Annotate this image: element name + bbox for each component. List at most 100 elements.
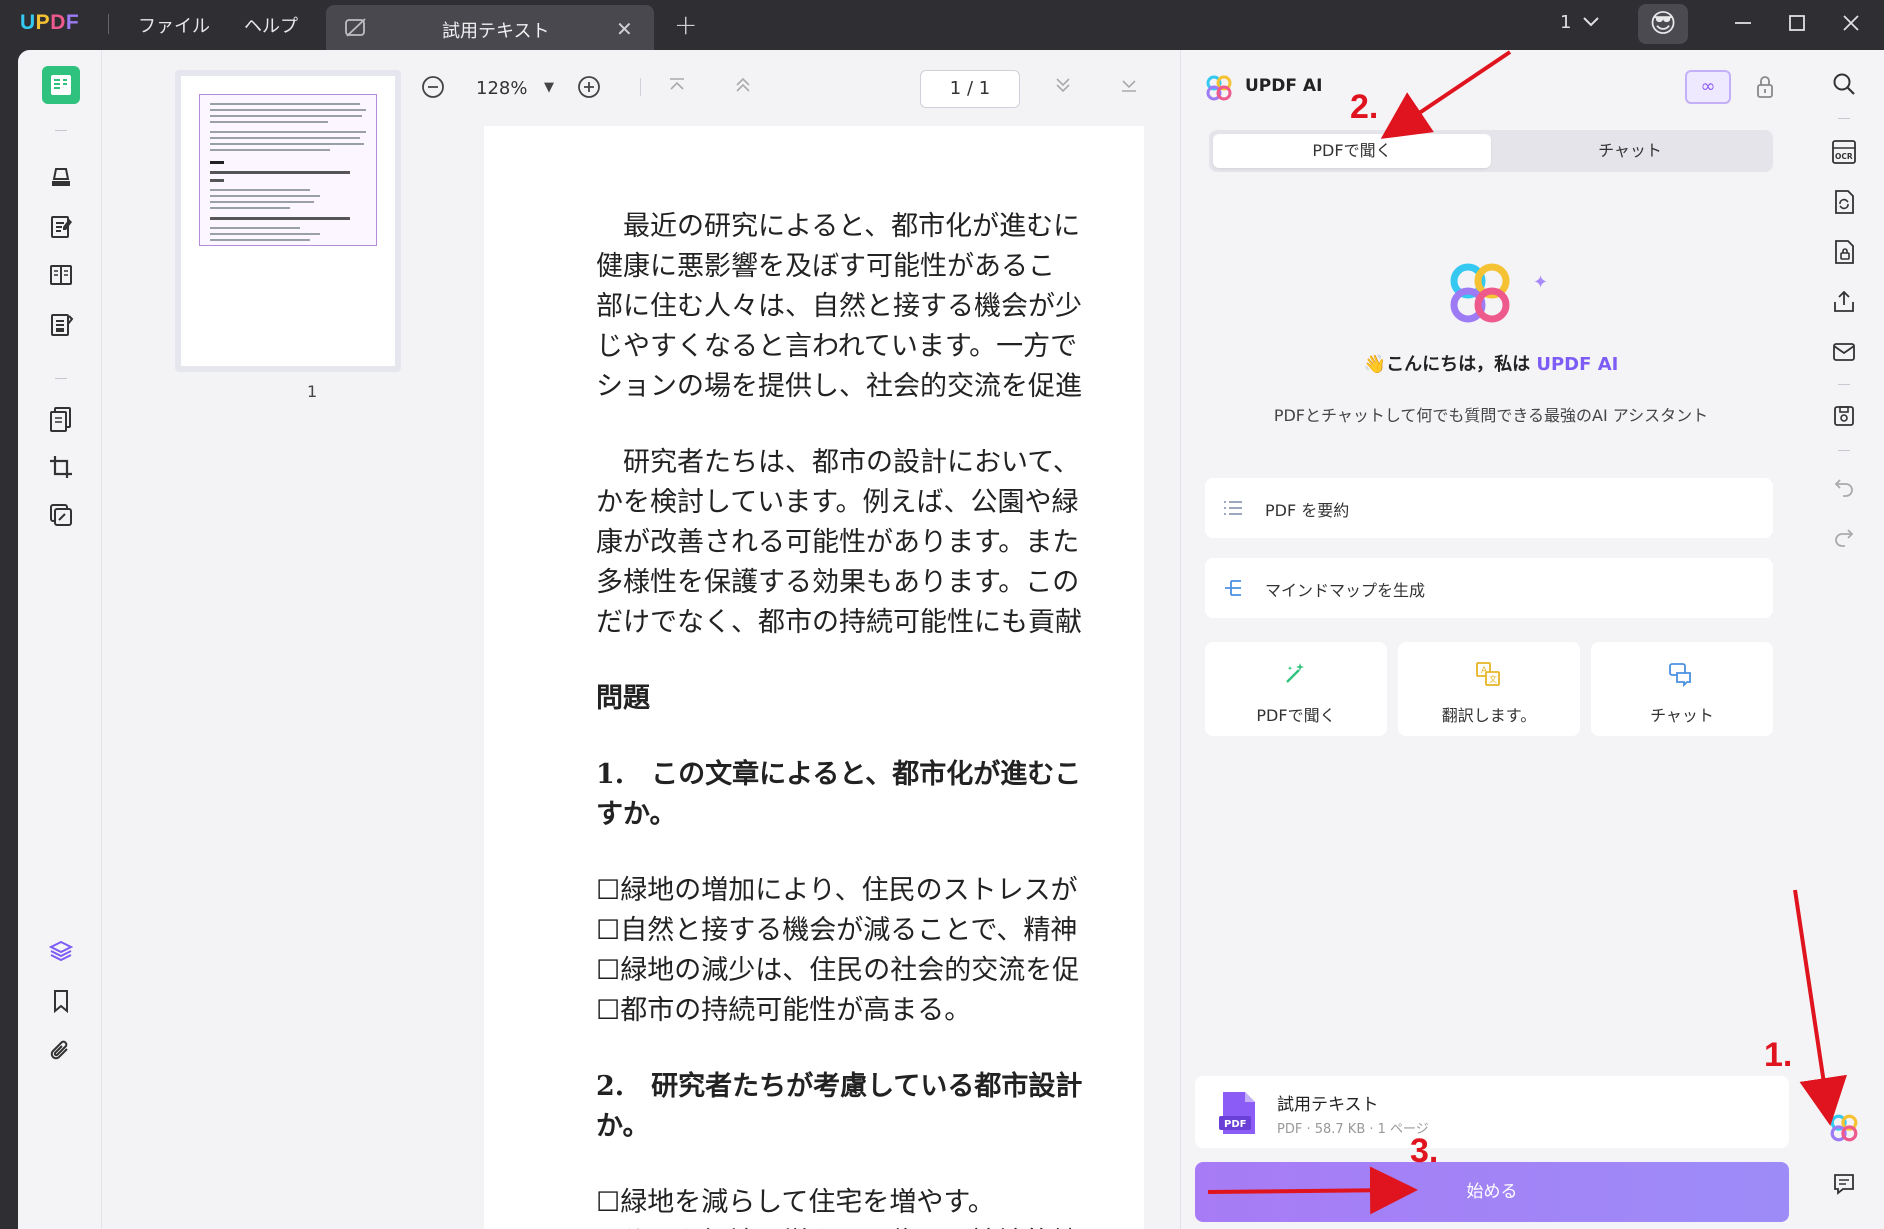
edit-pdf-icon[interactable] [42, 208, 80, 246]
undo-icon[interactable] [1828, 470, 1860, 502]
list-icon [1224, 501, 1242, 515]
updf-ai-mascot-icon [1450, 263, 1510, 323]
zoom-level[interactable]: 128% [476, 78, 527, 99]
ocr-icon[interactable]: OCR [1828, 136, 1860, 168]
greeting-brand: UPDF AI [1536, 354, 1619, 375]
tab-chat[interactable]: チャット [1491, 134, 1769, 168]
doc-text-line: 康が改善される可能性があります。また [596, 527, 1080, 558]
pdf-file-icon: PDF [1219, 1092, 1255, 1134]
doc-option: ☐都市の持続可能性が高まる。 [596, 995, 972, 1026]
zoom-dropdown-icon[interactable]: ▼ [544, 80, 554, 95]
summarize-pdf-button[interactable]: PDF を要約 [1205, 478, 1773, 538]
save-icon[interactable] [1828, 400, 1860, 432]
start-button[interactable]: 始める [1195, 1162, 1789, 1222]
doc-option: ☐緑地の減少は、住民の社会的交流を促 [596, 955, 1080, 986]
email-icon[interactable] [1828, 336, 1860, 368]
zoom-out-icon[interactable] [420, 74, 446, 100]
svg-text:A: A [1481, 666, 1488, 676]
ai-panel-title: UPDF AI [1245, 76, 1323, 96]
form-fill-icon[interactable] [42, 306, 80, 344]
page-layout-icon[interactable] [42, 256, 80, 294]
title-bar: UPDF ファイル ヘルプ 試用テキスト ✕ + 1 😎 [0, 0, 1884, 50]
maximize-icon[interactable] [1782, 8, 1812, 38]
lock-icon[interactable] [1755, 74, 1775, 100]
convert-icon[interactable] [1828, 186, 1860, 218]
zoom-in-icon[interactable] [576, 74, 602, 100]
sparkle-icon: ✦ [1533, 272, 1549, 293]
chat-bubble-icon [1669, 663, 1691, 688]
avatar[interactable]: 😎 [1638, 4, 1688, 44]
doc-text-line: 健康に悪影響を及ぼす可能性があるこ [596, 251, 1055, 282]
minimize-icon[interactable] [1728, 8, 1758, 38]
window-count[interactable]: 1 [1560, 12, 1571, 33]
share-icon[interactable] [1828, 286, 1860, 318]
crop-icon[interactable] [42, 448, 80, 486]
generate-mindmap-label: マインドマップを生成 [1265, 581, 1426, 600]
translate-icon: A文 [1476, 662, 1500, 686]
highlighter-icon[interactable] [42, 158, 80, 196]
menu-help[interactable]: ヘルプ [244, 12, 298, 38]
quick-translate-label: 翻訳します。 [1441, 706, 1537, 725]
toolbar-separator [55, 378, 67, 379]
mindmap-icon [1225, 580, 1241, 596]
left-toolbar [18, 50, 102, 1229]
doc-text-line: かを検討しています。例えば、公園や緑 [596, 487, 1079, 518]
doc-text-line: だけでなく、都市の持続可能性にも貢献 [596, 607, 1082, 638]
quick-chat-button[interactable]: チャット [1591, 642, 1773, 736]
protect-file-icon[interactable] [1828, 236, 1860, 268]
updf-ai-logo-icon [1206, 75, 1232, 101]
attached-file-card[interactable]: PDF 試用テキスト PDF · 58.7 KB · 1 ページ [1195, 1076, 1789, 1148]
right-toolbar: OCR [1802, 50, 1884, 1229]
doc-text-line: 部に住む人々は、自然と接する機会が少 [596, 291, 1082, 322]
reader-mode-icon[interactable] [42, 66, 80, 104]
doc-text-line: 多様性を保護する効果もあります。この [596, 567, 1080, 598]
attachment-icon[interactable] [42, 1032, 80, 1070]
first-page-icon[interactable] [666, 74, 688, 96]
ai-greeting: 👋こんにちは，私は UPDF AI [1181, 350, 1801, 376]
updf-ai-button-icon[interactable] [1828, 1112, 1860, 1144]
close-window-icon[interactable] [1836, 8, 1866, 38]
pdf-badge-text: PDF [1224, 1119, 1246, 1130]
next-page-icon[interactable] [1052, 74, 1074, 96]
last-page-icon[interactable] [1118, 74, 1140, 96]
quick-ask-pdf-label: PDFで聞く [1256, 706, 1336, 725]
unlimited-icon[interactable]: ∞ [1685, 70, 1731, 104]
previous-page-icon[interactable] [732, 74, 754, 96]
document-area: 128% ▼ 1 / 1 最近の研究によると、都市化が進むに 健康に悪影響を及ぼ… [404, 50, 1180, 1229]
bookmark-icon[interactable] [42, 982, 80, 1020]
app-logo[interactable]: UPDF [20, 11, 79, 35]
organize-pages-icon[interactable] [42, 400, 80, 438]
tab-ask-pdf[interactable]: PDFで聞く [1213, 134, 1491, 168]
search-icon[interactable] [1828, 68, 1860, 100]
doc-question: 2. 研究者たちが考慮している都市設計 [596, 1071, 1083, 1102]
svg-text:文: 文 [1489, 674, 1497, 684]
comment-icon[interactable] [1828, 1168, 1860, 1200]
pdf-page[interactable]: 最近の研究によると、都市化が進むに 健康に悪影響を及ぼす可能性があるこ 部に住む… [484, 126, 1144, 1229]
chevron-down-icon[interactable] [1580, 10, 1602, 32]
doc-heading: 問題 [596, 683, 650, 714]
toolbar-separator [640, 78, 641, 96]
ai-mode-toggle: PDFで聞く チャット [1209, 130, 1773, 172]
toolbar-separator [1838, 384, 1850, 385]
doc-text-line: 最近の研究によると、都市化が進むに [596, 211, 1081, 242]
generate-mindmap-button[interactable]: マインドマップを生成 [1205, 558, 1773, 618]
file-meta: PDF · 58.7 KB · 1 ページ [1277, 1122, 1429, 1137]
quick-ask-pdf-button[interactable]: PDFで聞く [1205, 642, 1387, 736]
tab-no-edit-icon [345, 18, 366, 37]
app-frame: 1 128% ▼ 1 / 1 最近の研究によると、都市化が進むに 健康に悪影響を… [18, 50, 1884, 1229]
new-tab-button[interactable]: + [674, 8, 697, 41]
tab-close-icon[interactable]: ✕ [616, 17, 633, 41]
page-indicator[interactable]: 1 / 1 [920, 70, 1020, 108]
doc-question: すか。 [596, 799, 677, 830]
annotation-step-3: 3. [1410, 1132, 1439, 1170]
quick-translate-button[interactable]: A文 翻訳します。 [1398, 642, 1580, 736]
doc-text-line: ションの場を提供し、社会的交流を促進 [596, 371, 1082, 402]
document-tab[interactable]: 試用テキスト ✕ [326, 5, 654, 50]
title-separator [108, 14, 109, 34]
protect-icon[interactable] [42, 496, 80, 534]
file-name: 試用テキスト [1277, 1095, 1379, 1115]
redo-icon[interactable] [1828, 520, 1860, 552]
page-thumbnail[interactable] [175, 70, 401, 372]
menu-file[interactable]: ファイル [138, 12, 210, 38]
layers-icon[interactable] [42, 932, 80, 970]
